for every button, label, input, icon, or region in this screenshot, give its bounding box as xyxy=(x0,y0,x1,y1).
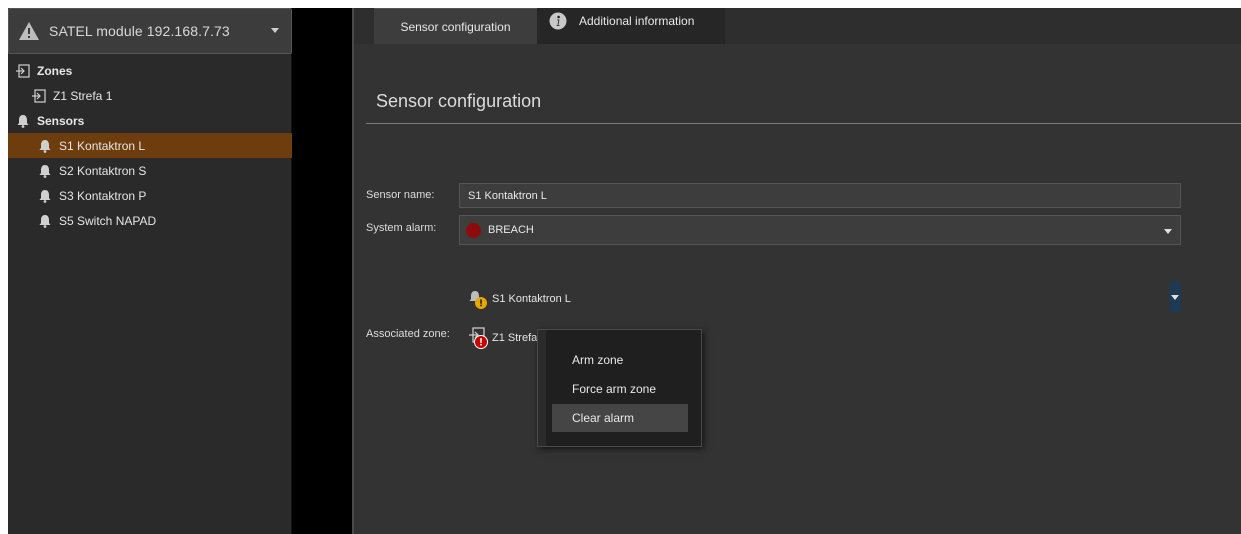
panel-splitter[interactable] xyxy=(292,8,352,534)
menu-item-label: Arm zone xyxy=(572,353,624,367)
context-menu-gutter xyxy=(538,330,546,446)
tree-item-label: Z1 Strefa 1 xyxy=(53,88,113,103)
left-panel: SATEL module 192.168.7.73 Zones Z1 Stref… xyxy=(8,8,292,534)
zone-alarm-icon xyxy=(469,327,488,349)
tree-item-label: S3 Kontaktron P xyxy=(59,188,147,203)
sensor-warning-icon xyxy=(469,291,487,309)
warning-triangle-icon xyxy=(19,22,39,40)
sensor-name-input[interactable] xyxy=(459,183,1181,208)
device-tree: Zones Z1 Strefa 1 Sensors S1 Kontaktron … xyxy=(8,58,292,233)
sensor-name-label: Sensor name: xyxy=(366,189,435,201)
tree-item-sensor-s3[interactable]: S3 Kontaktron P xyxy=(8,183,292,208)
tree-item-sensor-s1[interactable]: S1 Kontaktron L xyxy=(8,133,292,158)
alarm-status-dot-icon xyxy=(466,222,481,238)
menu-item-label: Clear alarm xyxy=(572,411,635,425)
info-icon xyxy=(549,12,567,30)
tab-sensor-configuration[interactable]: Sensor configuration xyxy=(374,8,537,44)
section-divider xyxy=(366,123,1241,124)
bell-icon xyxy=(17,114,29,128)
associated-zone-value: Z1 Strefa xyxy=(492,332,538,344)
tree-item-zone-z1[interactable]: Z1 Strefa 1 xyxy=(8,83,292,108)
chevron-down-icon xyxy=(1171,294,1179,300)
tree-item-sensor-s2[interactable]: S2 Kontaktron S xyxy=(8,158,292,183)
associated-zone-item[interactable]: Z1 Strefa xyxy=(467,326,537,350)
chevron-down-icon[interactable] xyxy=(1164,229,1172,234)
device-selector[interactable]: SATEL module 192.168.7.73 xyxy=(8,8,292,54)
tab-bar: Sensor configuration Additional informat… xyxy=(354,8,1241,44)
tree-header-label: Sensors xyxy=(37,113,85,128)
tab-label: Additional information xyxy=(579,14,695,28)
zone-icon xyxy=(16,63,30,78)
tree-header-sensors[interactable]: Sensors xyxy=(8,108,292,133)
tab-additional-information[interactable]: Additional information xyxy=(537,8,725,44)
chevron-down-icon[interactable] xyxy=(271,28,279,33)
main-panel: Sensor configuration Additional informat… xyxy=(352,8,1241,534)
associated-zone-label: Associated zone: xyxy=(366,328,450,340)
tree-item-label: S1 Kontaktron L xyxy=(59,138,146,153)
menu-item-label: Force arm zone xyxy=(572,382,657,396)
tree-item-label: S5 Switch NAPAD xyxy=(59,213,157,228)
tree-header-label: Zones xyxy=(37,63,73,78)
associated-sensor-item[interactable]: S1 Kontaktron L xyxy=(467,288,571,310)
device-title: SATEL module 192.168.7.73 xyxy=(49,23,230,39)
bell-icon xyxy=(39,214,51,228)
zone-icon xyxy=(32,88,46,103)
section-title: Sensor configuration xyxy=(376,91,542,111)
system-alarm-value: BREACH xyxy=(488,224,534,236)
tree-header-zones[interactable]: Zones xyxy=(8,58,292,83)
system-alarm-select[interactable]: BREACH xyxy=(459,215,1181,245)
associated-sensor-label: S1 Kontaktron L xyxy=(492,293,571,305)
sensor-dropdown-button[interactable] xyxy=(1169,282,1181,312)
tree-item-label: S2 Kontaktron S xyxy=(59,163,147,178)
system-alarm-label: System alarm: xyxy=(366,222,437,234)
bell-icon xyxy=(39,164,51,178)
bell-icon xyxy=(39,139,51,153)
menu-item-clear-alarm[interactable]: Clear alarm xyxy=(552,404,688,432)
menu-item-force-arm-zone[interactable]: Force arm zone xyxy=(552,375,688,403)
bell-icon xyxy=(39,189,51,203)
tree-item-sensor-s5[interactable]: S5 Switch NAPAD xyxy=(8,208,292,233)
tab-label: Sensor configuration xyxy=(400,19,511,34)
menu-item-arm-zone[interactable]: Arm zone xyxy=(552,346,688,374)
zone-context-menu: Arm zone Force arm zone Clear alarm xyxy=(537,329,702,447)
